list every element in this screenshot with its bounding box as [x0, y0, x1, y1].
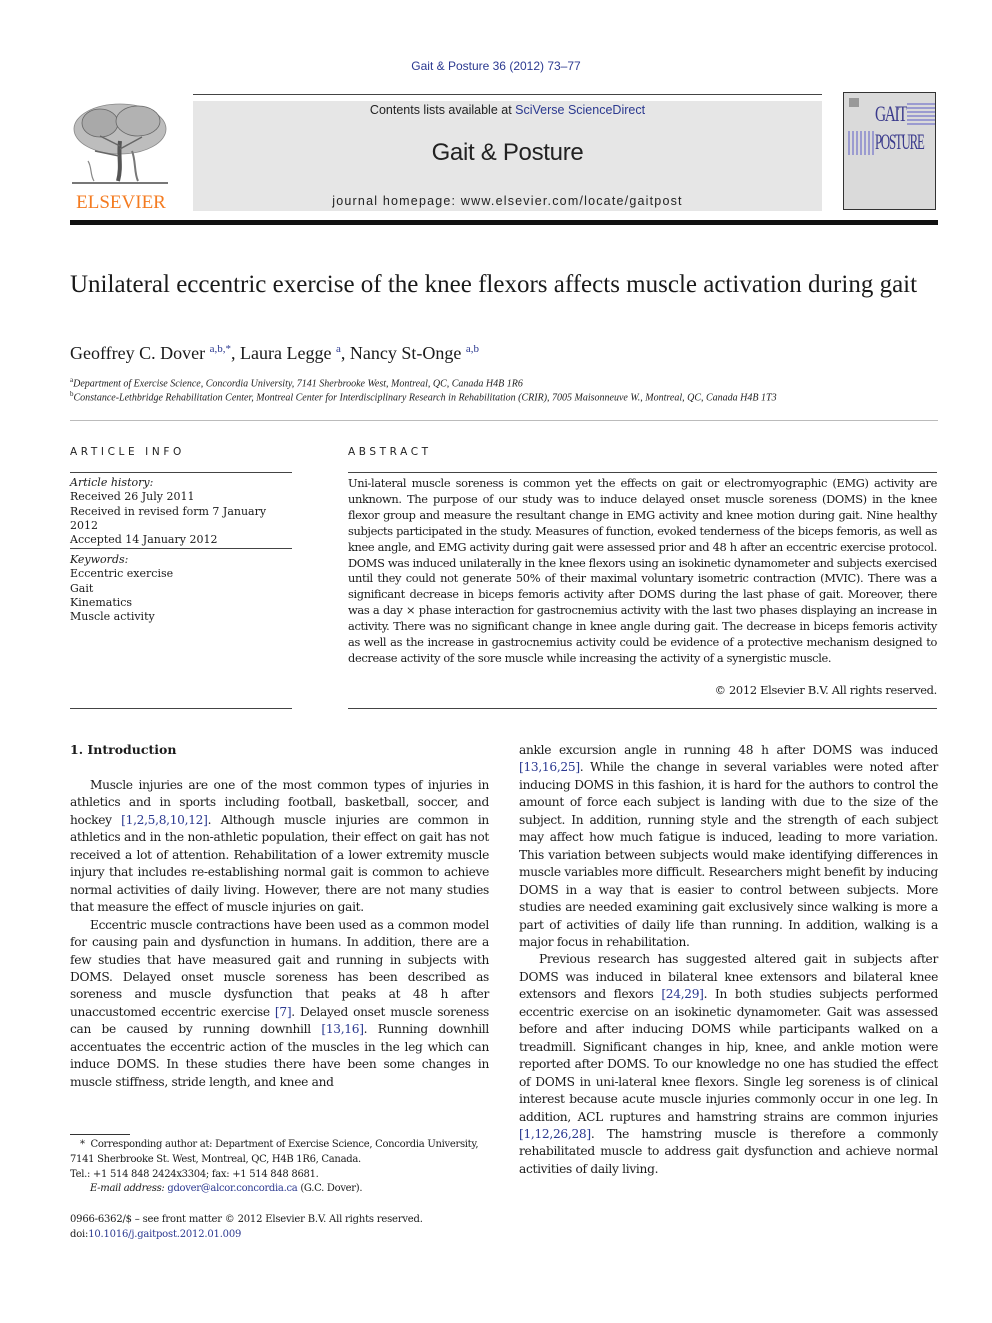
history-received: Received 26 July 2011 — [70, 490, 195, 504]
body-column-right: ankle excursion angle in running 48 h af… — [519, 742, 938, 1178]
reference-link[interactable]: [24,29] — [661, 987, 704, 1001]
journal-title: Gait & Posture — [431, 139, 584, 166]
affiliation-a: aDepartment of Exercise Science, Concord… — [70, 376, 523, 389]
elsevier-wordmark: ELSEVIER — [76, 192, 166, 213]
sciencedirect-link[interactable]: SciVerse ScienceDirect — [515, 103, 645, 117]
article-title: Unilateral eccentric exercise of the kne… — [70, 271, 918, 298]
author-separator: , — [340, 343, 350, 363]
cover-stripes-top — [907, 103, 935, 125]
corresponding-author-text: * Corresponding author at: Department of… — [70, 1138, 490, 1168]
doi-link[interactable]: 10.1016/j.gaitpost.2012.01.009 — [88, 1229, 241, 1240]
article-info-rule — [70, 472, 292, 473]
doi-line: doi:10.1016/j.gaitpost.2012.01.009 — [70, 1227, 490, 1242]
corresponding-author-footnote: * Corresponding author at: Department of… — [70, 1138, 490, 1197]
section-heading-introduction: 1. Introduction — [70, 742, 177, 757]
journal-cover-image[interactable]: GAIT POSTURE — [843, 92, 936, 210]
contents-prefix: Contents lists available at — [369, 103, 516, 117]
reference-link[interactable]: [13,16] — [321, 1022, 364, 1036]
keywords-label: Keywords: — [70, 553, 129, 566]
cover-title-posture: POSTURE — [875, 129, 925, 154]
author-name[interactable]: Nancy St-Onge — [350, 343, 461, 363]
email-link[interactable]: gdover@alcor.concordia.ca — [167, 1183, 297, 1194]
reference-link[interactable]: [1,2,5,8,10,12] — [121, 813, 208, 827]
author-name[interactable]: Geoffrey C. Dover — [70, 343, 205, 363]
abstract-rule — [348, 472, 937, 473]
reference-link[interactable]: [7] — [275, 1005, 292, 1019]
front-matter: 0966-6362/$ – see front matter © 2012 El… — [70, 1212, 490, 1242]
author-list: Geoffrey C. Dover a,b,*, Laura Legge a, … — [70, 343, 479, 364]
contents-line: Contents lists available at SciVerse Sci… — [193, 103, 822, 117]
keyword: Eccentric exercise — [70, 567, 174, 581]
reference-link[interactable]: [1,12,26,28] — [519, 1127, 591, 1141]
abstract-heading: ABSTRACT — [348, 446, 432, 458]
article-info-bottom-rule — [70, 708, 292, 709]
author-affiliation-mark[interactable]: a,b — [466, 343, 479, 355]
cover-mini-logo-icon — [849, 98, 859, 107]
affiliation-text: Department of Exercise Science, Concordi… — [73, 378, 523, 390]
journal-masthead: Contents lists available at SciVerse Sci… — [193, 101, 822, 211]
abstract-copyright: © 2012 Elsevier B.V. All rights reserved… — [714, 683, 938, 697]
keywords-rule — [70, 548, 292, 549]
author-affiliation-mark[interactable]: a,b,* — [210, 343, 231, 355]
footnote-email-line: E-mail address: gdover@alcor.concordia.c… — [70, 1182, 490, 1197]
paragraph-text: ankle excursion angle in running 48 h af… — [519, 743, 938, 757]
footnote-phone: Tel.: +1 514 848 2424x3304; fax: +1 514 … — [70, 1168, 319, 1180]
article-info-heading: ARTICLE INFO — [70, 446, 185, 458]
keyword: Muscle activity — [70, 610, 155, 624]
journal-homepage[interactable]: journal homepage: www.elsevier.com/locat… — [193, 194, 822, 208]
cover-stripes-left — [848, 131, 874, 155]
journal-citation[interactable]: Gait & Posture 36 (2012) 73–77 — [0, 59, 992, 73]
elsevier-logo[interactable]: ELSEVIER — [70, 101, 172, 213]
email-suffix: (G.C. Dover). — [297, 1183, 363, 1195]
keywords: Keywords: Eccentric exercise Gait Kinema… — [70, 553, 292, 624]
footnote-text: Corresponding author at: Department of E… — [70, 1139, 479, 1165]
paragraph-text: . Although muscle injuries are common in… — [70, 812, 489, 915]
paragraph: ankle excursion angle in running 48 h af… — [519, 742, 938, 951]
history-revised: Received in revised form 7 January 2012 — [70, 504, 267, 532]
elsevier-tree-icon — [72, 103, 168, 184]
header-bottom-rule — [70, 220, 938, 225]
paragraph-text: Eccentric muscle contractions have been … — [70, 917, 489, 1019]
history-accepted: Accepted 14 January 2012 — [70, 533, 218, 547]
affiliations-divider — [70, 420, 938, 421]
footnote-rule — [70, 1134, 130, 1135]
front-matter-notice: 0966-6362/$ – see front matter © 2012 El… — [70, 1214, 423, 1225]
paragraph-text: . While the change in several variables … — [519, 760, 938, 949]
body-column-left: Muscle injuries are one of the most comm… — [70, 777, 489, 1091]
author-name[interactable]: Laura Legge — [240, 343, 331, 363]
affiliation-text: Constance-Lethbridge Rehabilitation Cent… — [73, 392, 777, 404]
keyword: Kinematics — [70, 595, 133, 609]
paragraph: Eccentric muscle contractions have been … — [70, 917, 489, 1092]
author-separator: , — [231, 343, 241, 363]
affiliation-b: bConstance-Lethbridge Rehabilitation Cen… — [70, 390, 777, 403]
abstract-text: Uni-lateral muscle soreness is common ye… — [348, 476, 937, 665]
keyword: Gait — [70, 581, 94, 595]
doi-label: doi: — [70, 1229, 89, 1240]
article-history-label: Article history: — [70, 476, 154, 489]
article-history: Article history: Received 26 July 2011 R… — [70, 476, 292, 547]
cover-title-gait: GAIT — [875, 101, 908, 126]
reference-link[interactable]: [13,16,25] — [519, 760, 580, 774]
paragraph: Previous research has suggested altered … — [519, 951, 938, 1178]
abstract-bottom-rule — [348, 708, 937, 709]
footnote-mark: * — [80, 1139, 85, 1150]
paragraph-text: . In both studies subjects performed ecc… — [519, 987, 939, 1124]
header-top-rule — [193, 94, 822, 95]
paragraph: Muscle injuries are one of the most comm… — [70, 777, 489, 917]
email-label: E-mail address: — [90, 1183, 168, 1195]
